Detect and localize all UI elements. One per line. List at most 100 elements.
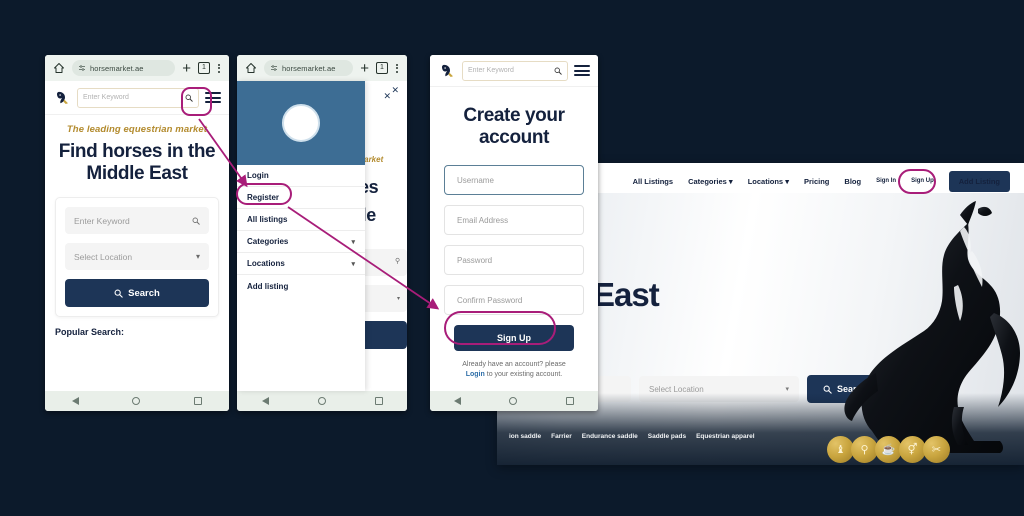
browser-toolbar: horsemarket.ae + 1: [237, 55, 407, 81]
keyword-placeholder: Enter Keyword: [74, 215, 130, 226]
stirrup-icon: ⚲: [851, 436, 878, 463]
popular-search-label: Popular Search:: [55, 327, 125, 338]
tag-item[interactable]: Equestrian apparel: [696, 433, 755, 440]
phone-drawer-screenshot: horsemarket.ae + 1 market es lle ⚲ ▾ ✕ ✕: [237, 55, 407, 411]
email-placeholder: Email Address: [457, 215, 509, 225]
plus-icon[interactable]: +: [360, 61, 369, 76]
site-header: Enter Keyword: [430, 55, 598, 87]
nav-blog[interactable]: Blog: [844, 177, 861, 186]
search-button-label: Search: [128, 287, 160, 299]
search-card: Enter Keyword Select Location ▾ Search: [55, 197, 219, 318]
drawer-header: [237, 81, 365, 165]
menu-item-locations[interactable]: Locations ▾: [237, 253, 365, 275]
login-prompt-suffix: to your existing account.: [486, 371, 563, 379]
add-listing-button[interactable]: Add Listing: [948, 170, 1010, 192]
plus-icon[interactable]: +: [182, 61, 191, 76]
login-prompt-text: Already have an account? please: [462, 361, 566, 369]
site-header: Enter Keyword: [45, 81, 229, 115]
tag-item[interactable]: Farrier: [551, 433, 572, 440]
dimmed-page-background: market es lle ⚲ ▾: [351, 81, 407, 391]
recents-icon[interactable]: [565, 397, 574, 405]
menu-item-register[interactable]: Register: [237, 187, 365, 209]
search-button[interactable]: Search: [65, 279, 209, 308]
email-field[interactable]: Email Address: [444, 205, 584, 236]
confirm-password-placeholder: Confirm Password: [457, 295, 523, 305]
recents-icon[interactable]: [194, 397, 203, 405]
page-title: Create your account: [463, 105, 565, 149]
close-icon[interactable]: ✕: [383, 91, 391, 102]
navigation-drawer: Login Register All listings Categories ▾…: [237, 81, 365, 391]
url-text: horsemarket.ae: [282, 63, 336, 73]
search-icon: ⚲: [395, 258, 401, 265]
confirm-password-field[interactable]: Confirm Password: [444, 285, 584, 316]
android-nav-bar: [430, 391, 598, 411]
back-icon[interactable]: [261, 397, 269, 405]
home-icon[interactable]: [53, 62, 65, 74]
login-prompt: Already have an account? please Login to…: [430, 351, 598, 380]
menu-item-label: All listings: [247, 215, 288, 224]
chevron-down-icon: ▾: [195, 252, 200, 262]
username-placeholder: Username: [457, 175, 494, 185]
phone-home-screenshot: horsemarket.ae + 1 Enter Keyword The lea…: [45, 55, 229, 411]
tag-item[interactable]: ion saddle: [509, 433, 541, 440]
nav-all-listings[interactable]: All Listings: [633, 177, 673, 186]
kebab-menu-icon[interactable]: [217, 63, 221, 73]
menu-item-add-listing[interactable]: Add listing: [237, 275, 365, 297]
nav-pricing[interactable]: Pricing: [804, 177, 829, 186]
home-icon[interactable]: [245, 62, 257, 74]
password-field[interactable]: Password: [444, 245, 584, 276]
close-icon[interactable]: ✕: [391, 85, 399, 96]
nav-locations[interactable]: Locations ▾: [748, 177, 789, 186]
menu-item-login[interactable]: Login: [237, 165, 365, 187]
gold-badge-row: ♝ ⚲ ☕ ⚥ ✂: [827, 436, 950, 463]
back-icon[interactable]: [454, 397, 462, 405]
horse-logo[interactable]: [438, 62, 456, 80]
desktop-popular-tags: ion saddle Farrier Endurance saddle Sadd…: [509, 433, 755, 440]
nav-sign-in[interactable]: Sign In: [876, 178, 896, 184]
kebab-menu-icon[interactable]: [395, 63, 399, 73]
menu-item-label: Locations: [247, 259, 285, 268]
password-placeholder: Password: [457, 255, 493, 265]
hamburger-icon[interactable]: [205, 92, 221, 103]
tab-count-badge[interactable]: 1: [376, 62, 388, 74]
nav-sign-up[interactable]: Sign Up: [911, 178, 934, 184]
header-search-placeholder: Enter Keyword: [468, 67, 514, 74]
search-icon: [192, 217, 200, 225]
location-select[interactable]: Select Location ▾: [65, 243, 209, 271]
hamburger-icon[interactable]: [574, 65, 590, 76]
keyword-input[interactable]: Enter Keyword: [65, 207, 209, 235]
sign-up-button[interactable]: Sign Up: [454, 325, 574, 352]
nav-categories[interactable]: Categories ▾: [688, 177, 733, 186]
url-bar[interactable]: horsemarket.ae: [264, 60, 354, 76]
menu-item-categories[interactable]: Categories ▾: [237, 231, 365, 253]
search-icon: [114, 289, 123, 298]
browser-toolbar: horsemarket.ae + 1: [45, 55, 229, 81]
horse-illustration: [754, 193, 1024, 465]
chevron-down-icon: ▾: [351, 238, 355, 246]
back-icon[interactable]: [71, 397, 79, 405]
url-text: horsemarket.ae: [90, 63, 144, 73]
url-bar[interactable]: horsemarket.ae: [72, 60, 176, 76]
shears-icon: ✂: [923, 436, 950, 463]
header-search-input[interactable]: Enter Keyword: [77, 87, 199, 108]
tab-count-badge[interactable]: 1: [198, 62, 210, 74]
login-link[interactable]: Login: [466, 371, 485, 378]
android-nav-bar: [237, 391, 407, 411]
chevron-down-icon: ▾: [728, 176, 733, 186]
home-icon[interactable]: [509, 397, 518, 405]
tag-item[interactable]: Saddle pads: [648, 433, 686, 440]
user-avatar[interactable]: [282, 104, 320, 142]
boot-icon: ⚥: [899, 436, 926, 463]
home-icon[interactable]: [132, 397, 141, 405]
chevron-down-icon: ▾: [351, 260, 355, 268]
location-placeholder: Select Location: [74, 251, 133, 262]
home-icon[interactable]: [317, 397, 326, 405]
recents-icon[interactable]: [374, 397, 383, 405]
header-search-input[interactable]: Enter Keyword: [462, 60, 568, 81]
bucket-icon: ☕: [875, 436, 902, 463]
android-nav-bar: [45, 391, 229, 411]
menu-item-all-listings[interactable]: All listings: [237, 209, 365, 231]
horse-logo[interactable]: [53, 89, 71, 107]
tune-icon: [271, 65, 277, 71]
tag-item[interactable]: Endurance saddle: [582, 433, 638, 440]
